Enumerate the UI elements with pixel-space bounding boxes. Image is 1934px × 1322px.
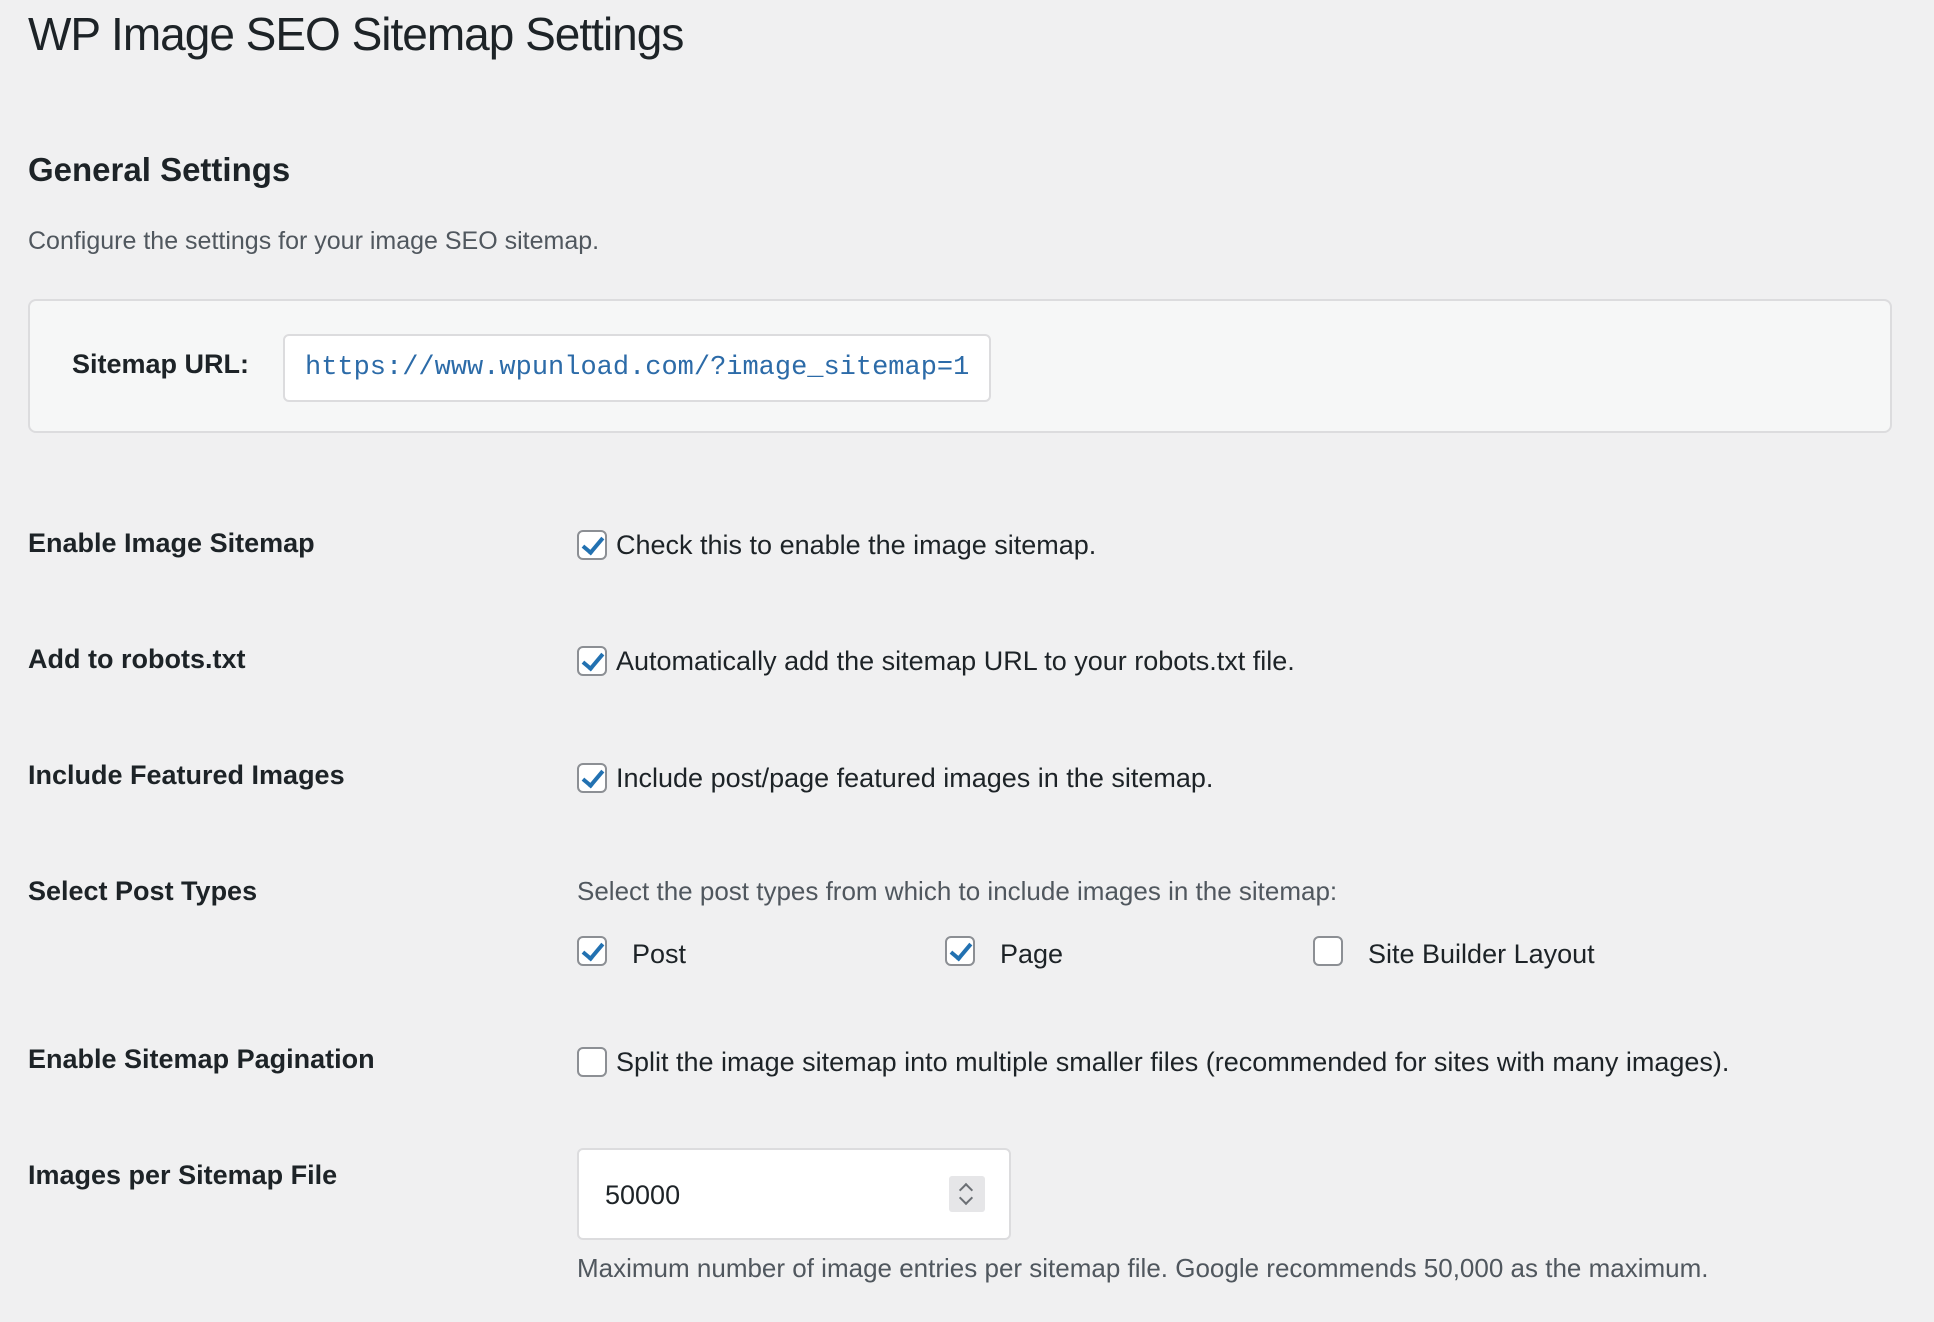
post-types-label: Select Post Types (28, 876, 258, 906)
enable-sitemap-checkbox[interactable] (577, 530, 607, 560)
featured-images-checkbox[interactable] (577, 763, 607, 793)
section-title: General Settings (28, 151, 291, 188)
number-spinner-icon[interactable] (949, 1176, 985, 1212)
images-per-file-label: Images per Sitemap File (28, 1160, 338, 1190)
enable-sitemap-description: Check this to enable the image sitemap. (616, 530, 1097, 560)
page-title: WP Image SEO Sitemap Settings (28, 8, 684, 60)
images-per-file-help: Maximum number of image entries per site… (577, 1253, 1709, 1283)
robots-checkbox[interactable] (577, 646, 607, 676)
pagination-checkbox[interactable] (577, 1047, 607, 1077)
featured-images-label: Include Featured Images (28, 760, 345, 790)
post-type-page-checkbox[interactable] (945, 936, 975, 966)
featured-images-description: Include post/page featured images in the… (616, 763, 1214, 793)
post-types-description: Select the post types from which to incl… (577, 876, 1338, 906)
pagination-description: Split the image sitemap into multiple sm… (616, 1047, 1730, 1077)
section-description: Configure the settings for your image SE… (28, 227, 600, 255)
robots-label: Add to robots.txt (28, 644, 246, 674)
sitemap-url-panel: Sitemap URL: https://www.wpunload.com/?i… (28, 299, 1892, 433)
robots-description: Automatically add the sitemap URL to you… (616, 646, 1295, 676)
pagination-label: Enable Sitemap Pagination (28, 1044, 375, 1074)
post-type-post-checkbox[interactable] (577, 936, 607, 966)
enable-sitemap-label: Enable Image Sitemap (28, 528, 315, 558)
sitemap-url-value[interactable]: https://www.wpunload.com/?image_sitemap=… (283, 334, 992, 402)
post-type-page-label[interactable]: Page (1000, 937, 1063, 971)
sitemap-url-label: Sitemap URL: (72, 349, 250, 379)
post-type-site-builder-label[interactable]: Site Builder Layout (1368, 937, 1595, 971)
post-type-site-builder-checkbox[interactable] (1313, 936, 1343, 966)
images-per-file-input[interactable]: 50000 (577, 1148, 1011, 1240)
images-per-file-value[interactable]: 50000 (605, 1178, 680, 1212)
post-type-post-label[interactable]: Post (632, 937, 686, 971)
